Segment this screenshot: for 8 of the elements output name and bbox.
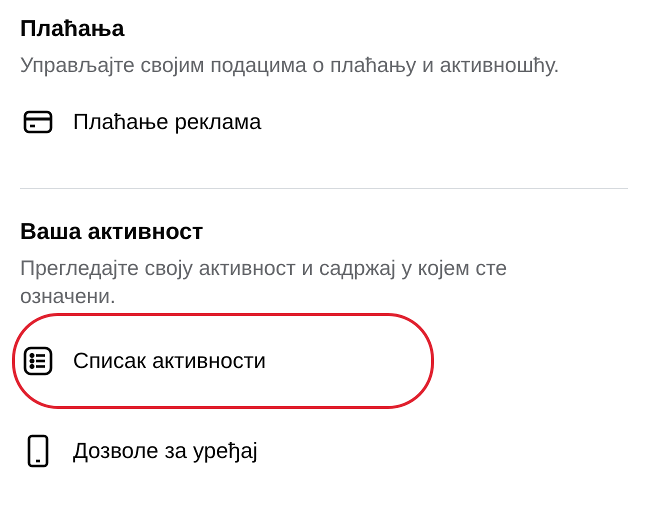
menu-item[interactable]: Дозволе за уређај xyxy=(12,421,423,481)
section-description: Управљајте својим подацима о плаћању и активношћу. xyxy=(20,53,560,79)
menu-item[interactable]: Плаћање реклама xyxy=(12,92,423,152)
list-icon xyxy=(23,346,53,376)
highlighted-menu-item[interactable]: Списак активности xyxy=(12,313,434,409)
section-title: Ваша активност xyxy=(20,217,204,246)
section-title: Плаћања xyxy=(20,14,126,43)
section-description: Прегледајте своју активност и садржај у којем сте означени. xyxy=(20,256,508,310)
